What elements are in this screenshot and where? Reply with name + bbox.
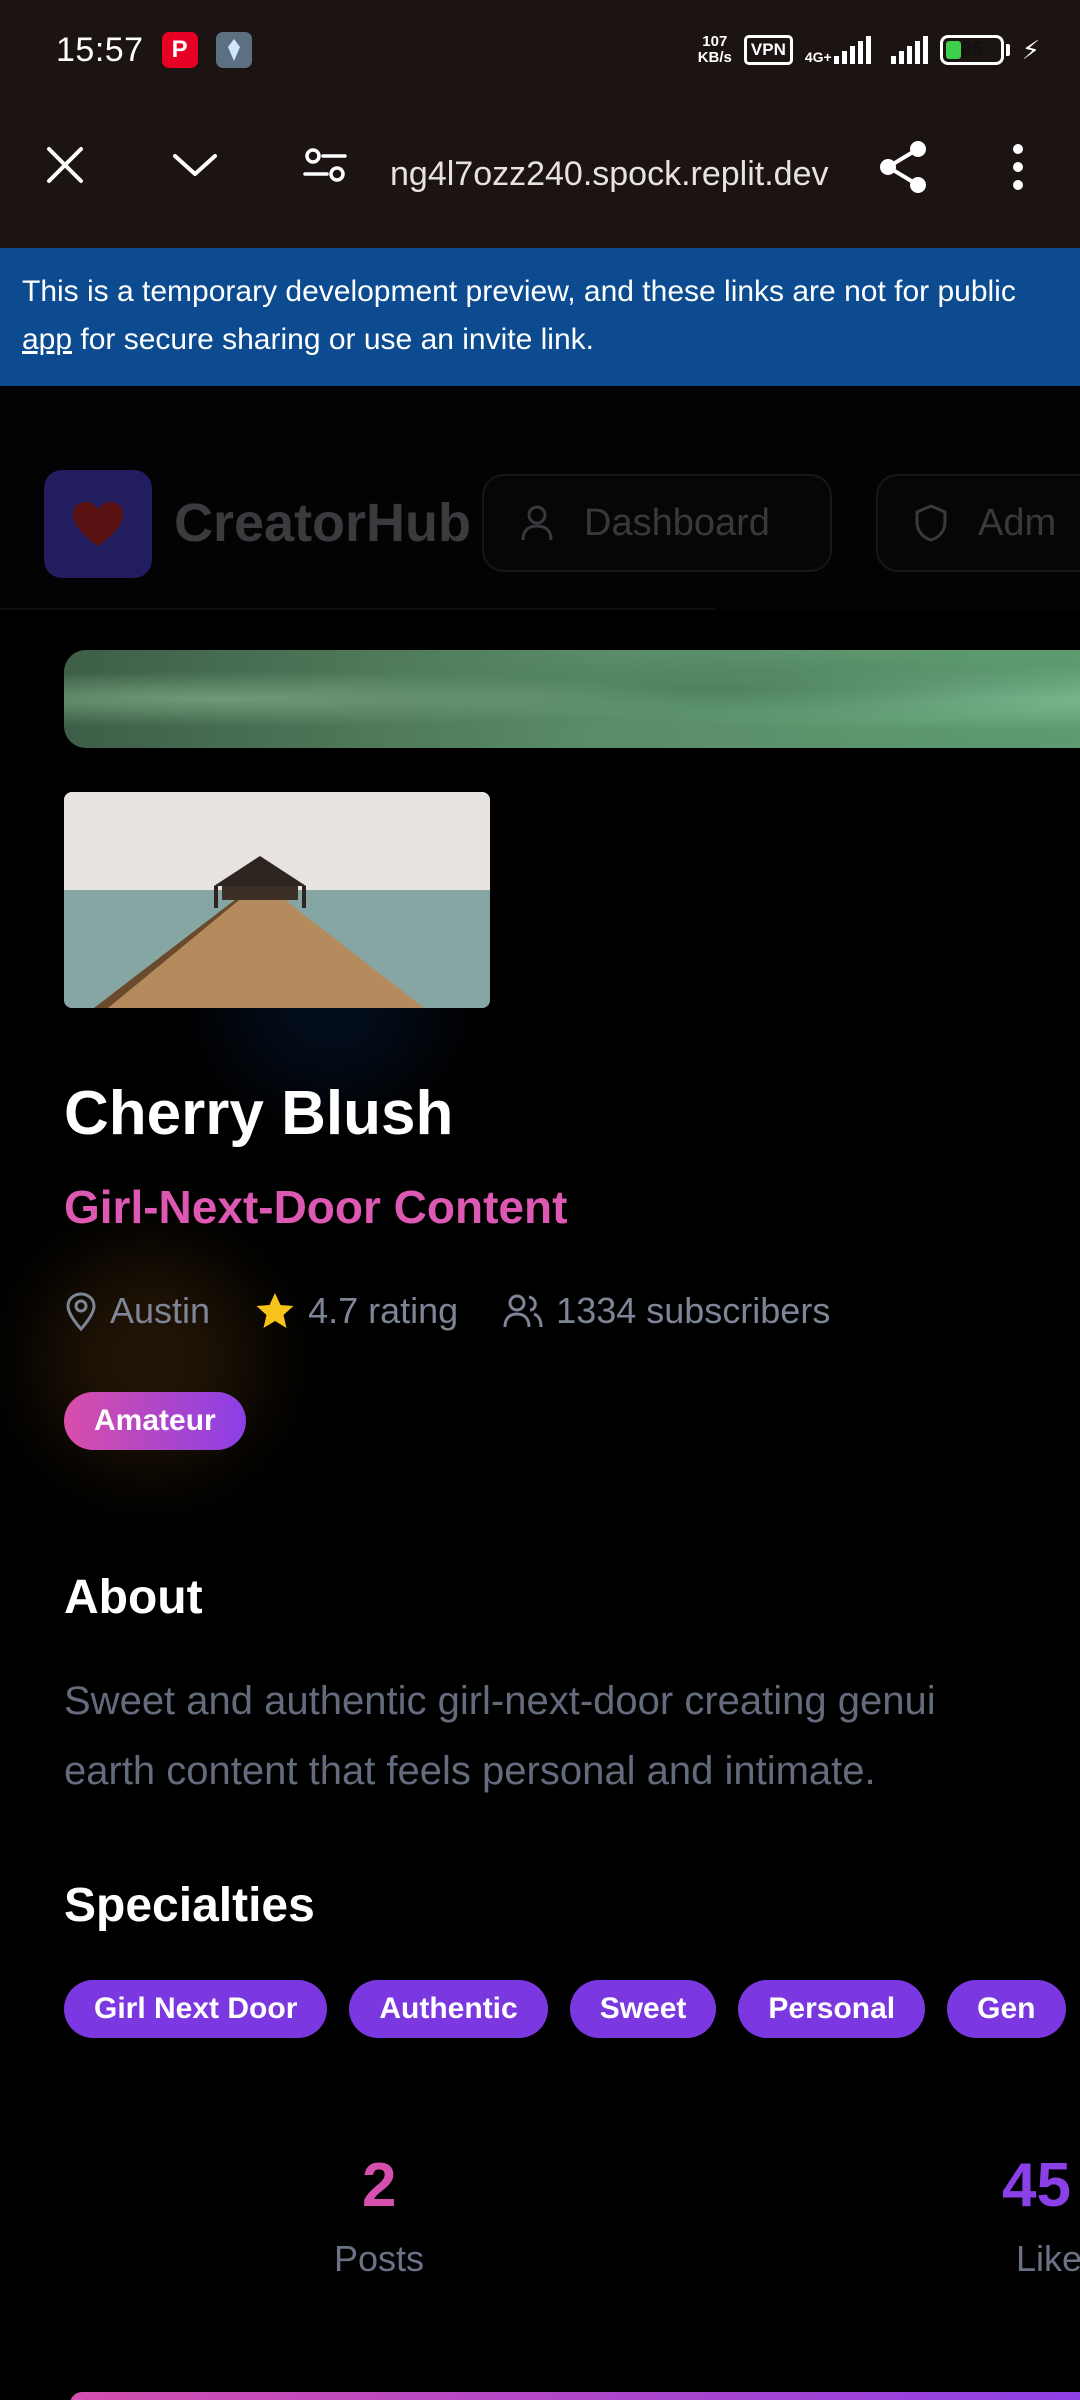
- url-bar[interactable]: ng4l7ozz240.spock.replit.dev: [390, 148, 840, 200]
- star-icon: [256, 1293, 294, 1328]
- profile-meta: Austin 4.7 rating 1334 subscribers: [64, 1290, 874, 1332]
- specialty-chip[interactable]: Sweet: [569, 1980, 717, 2038]
- users-icon: [503, 1294, 543, 1328]
- site-settings-button[interactable]: [294, 134, 356, 196]
- status-indicators: 107 KB/s VPN 4G+ 26 ⚡: [698, 34, 1040, 66]
- logo-text: CreatorHub: [174, 493, 472, 553]
- map-pin-icon: [66, 1292, 96, 1331]
- vpn-app-icon: [215, 32, 252, 68]
- specialty-chip[interactable]: Gen: [947, 1980, 1066, 2038]
- network-speed-value: 107: [702, 33, 728, 50]
- location: Austin: [64, 1290, 210, 1332]
- network-speed: 107 KB/s: [698, 34, 732, 66]
- status-bar: 15:57 P 107 KB/s VPN 4G+ 26 ⚡: [0, 0, 1080, 100]
- signal-icon: [833, 36, 871, 64]
- charging-icon: ⚡: [1021, 34, 1040, 65]
- share-button[interactable]: [870, 134, 936, 200]
- nav-admin[interactable]: Adm: [876, 474, 1080, 572]
- more-vertical-icon: [1013, 144, 1023, 190]
- nav-dashboard[interactable]: Dashboard: [482, 474, 832, 572]
- signal-icon: [890, 36, 928, 64]
- more-options-button[interactable]: [990, 134, 1046, 200]
- shield-icon: [915, 504, 947, 542]
- cover-image: [64, 650, 1080, 748]
- battery-cap: [1005, 44, 1010, 56]
- site-header: CreatorHub Dashboard Adm: [0, 386, 1080, 610]
- user-icon: [521, 505, 553, 541]
- tune-icon: [303, 148, 347, 182]
- nav-admin-label: Adm: [978, 501, 1057, 544]
- about-line-1: Sweet and authentic girl-next-door creat…: [64, 1679, 936, 1723]
- specialty-chip[interactable]: Authentic: [349, 1980, 548, 2038]
- specialty-chip[interactable]: Personal: [738, 1980, 926, 2038]
- status-time: 15:57: [56, 30, 144, 69]
- subscribe-button[interactable]: [70, 2392, 1080, 2400]
- battery-icon: 26: [939, 35, 1004, 65]
- specialty-chip[interactable]: Girl Next Door: [64, 1980, 328, 2038]
- creator-name: Cherry Blush: [64, 1079, 454, 1148]
- nav-dashboard-label: Dashboard: [584, 501, 770, 544]
- rating: 4.7 rating: [254, 1290, 458, 1332]
- dev-preview-banner: This is a temporary development preview,…: [0, 248, 1080, 386]
- close-icon: [47, 147, 83, 183]
- creator-tagline: Girl-Next-Door Content: [64, 1181, 568, 1233]
- rating-text: 4.7 rating: [308, 1290, 459, 1331]
- chevron-down-icon: [173, 154, 217, 176]
- close-button[interactable]: [34, 134, 96, 196]
- banner-line-2: app for secure sharing or use an invite …: [22, 316, 1058, 364]
- likes-label: Like: [1016, 2238, 1080, 2279]
- banner-line-1: This is a temporary development preview,…: [22, 275, 1016, 308]
- category-badge[interactable]: Amateur: [64, 1392, 246, 1450]
- subscribers: 1334 subscribers: [502, 1290, 830, 1332]
- logo[interactable]: [44, 470, 152, 578]
- about-heading: About: [64, 1571, 203, 1624]
- battery-level: 26: [961, 39, 983, 60]
- browser-toolbar: ng4l7ozz240.spock.replit.dev: [0, 100, 1080, 248]
- about-text: Sweet and authentic girl-next-door creat…: [64, 1666, 1080, 1806]
- collapse-button[interactable]: [164, 134, 226, 196]
- about-line-2: earth content that feels personal and in…: [64, 1749, 876, 1793]
- posts-count: 2: [362, 2151, 397, 2220]
- likes-count: 45: [1002, 2151, 1071, 2220]
- network-type: 4G+: [804, 49, 832, 65]
- vpn-badge: VPN: [743, 35, 793, 65]
- pinterest-icon: P: [161, 32, 198, 68]
- share-icon: [880, 141, 926, 193]
- banner-app-link[interactable]: app: [22, 323, 72, 356]
- profile-content: Cherry Blush Girl-Next-Door Content Aust…: [0, 610, 1080, 2400]
- heart-icon: [73, 502, 123, 546]
- banner-line-2-text: for secure sharing or use an invite link…: [72, 323, 594, 356]
- network-speed-unit: KB/s: [697, 49, 732, 66]
- subscribers-text: 1334 subscribers: [556, 1290, 831, 1331]
- location-text: Austin: [110, 1290, 211, 1331]
- specialties-list: Girl Next Door Authentic Sweet Personal …: [64, 1980, 1066, 2038]
- pier-image: [64, 792, 490, 1008]
- specialties-heading: Specialties: [64, 1879, 315, 1932]
- profile-image[interactable]: [64, 792, 490, 1008]
- posts-label: Posts: [334, 2238, 425, 2279]
